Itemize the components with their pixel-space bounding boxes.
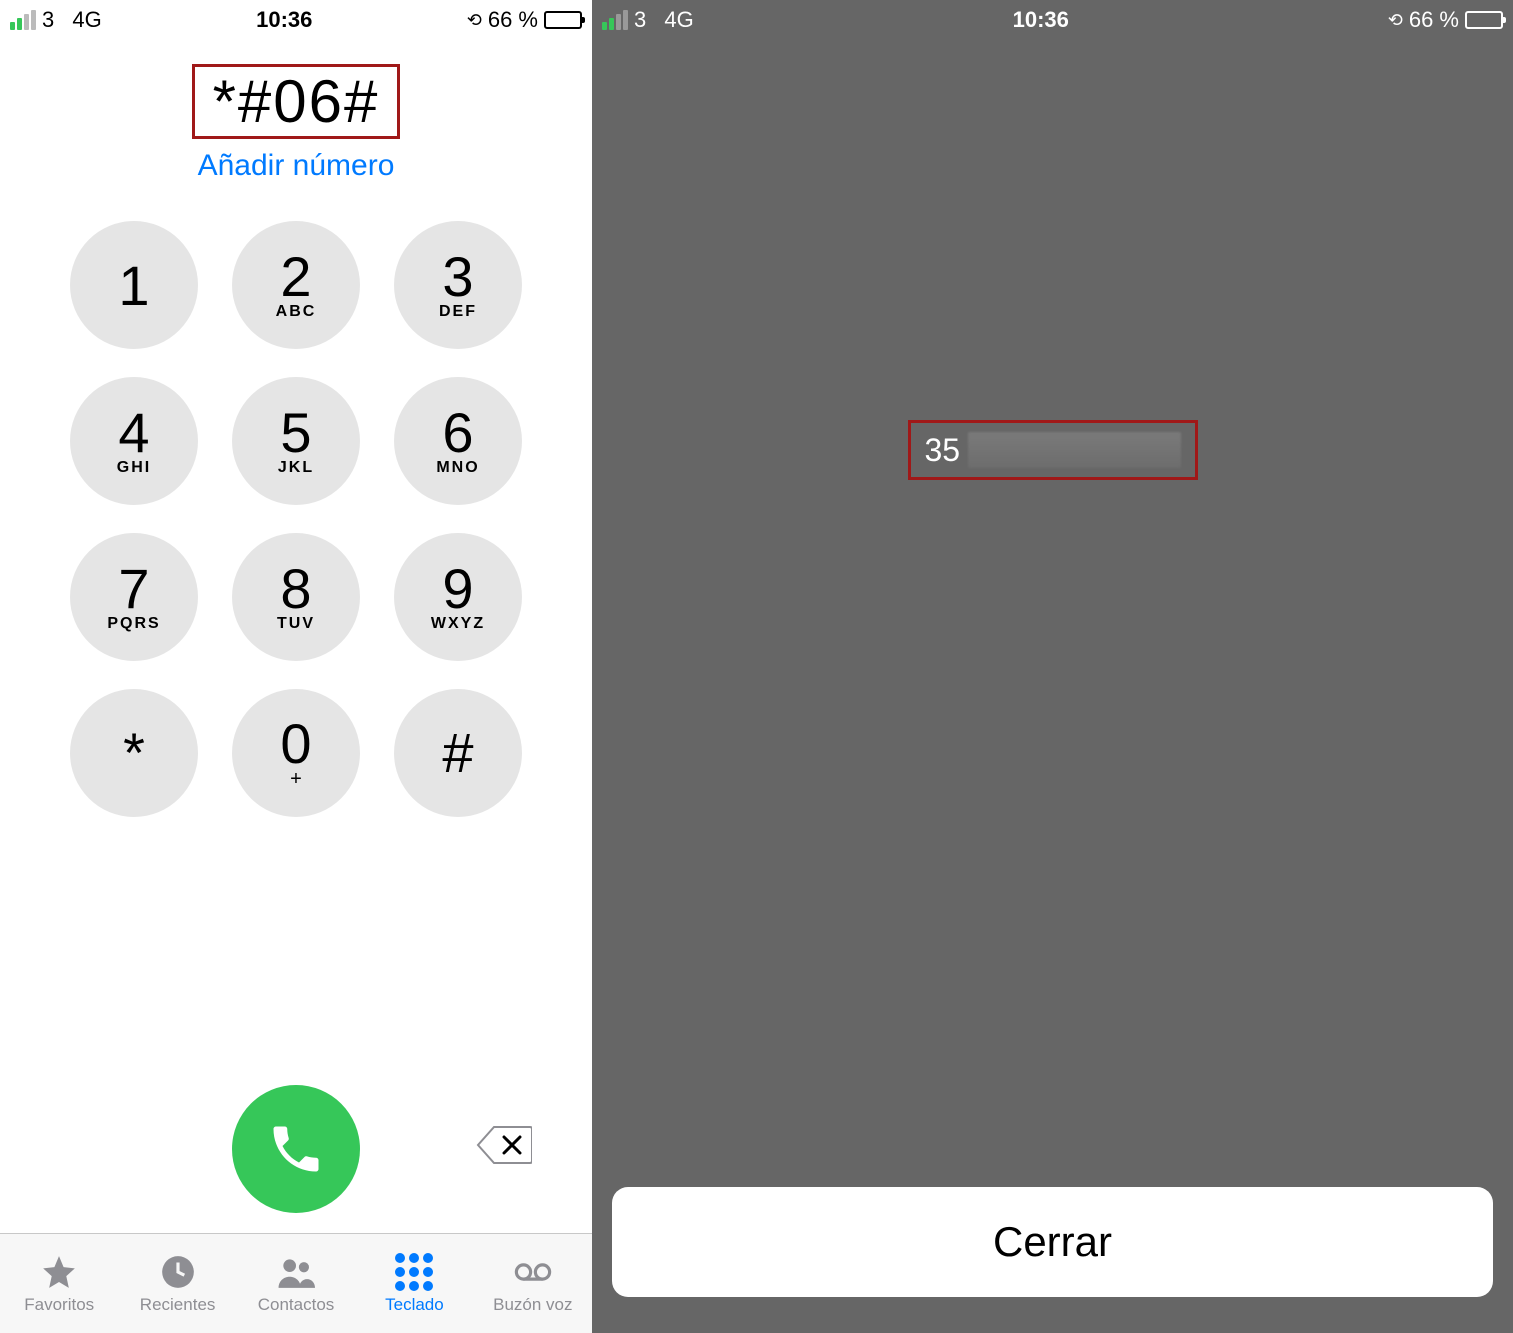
key-letters: + [290, 768, 302, 791]
key-digit: 5 [280, 405, 311, 461]
key-3[interactable]: 3 DEF [394, 221, 522, 349]
key-0[interactable]: 0 + [232, 689, 360, 817]
battery-percent: 66 % [1409, 7, 1459, 33]
imei-redacted [968, 432, 1180, 468]
backspace-icon [476, 1125, 532, 1165]
keypad: 1 2 ABC 3 DEF 4 GHI 5 JKL 6 MNO 7 PQRS 8 [0, 193, 592, 1057]
key-letters: GHI [117, 459, 151, 477]
tab-label: Teclado [385, 1295, 444, 1315]
tab-contacts[interactable]: Contactos [237, 1234, 355, 1333]
contacts-icon [277, 1253, 315, 1291]
status-time: 10:36 [1013, 7, 1069, 33]
key-letters: WXYZ [431, 615, 485, 633]
network-label: 4G [664, 7, 693, 33]
tab-label: Recientes [140, 1295, 216, 1315]
key-letters: JKL [278, 459, 314, 477]
key-9[interactable]: 9 WXYZ [394, 533, 522, 661]
key-1[interactable]: 1 [70, 221, 198, 349]
voicemail-icon [514, 1253, 552, 1291]
key-letters: ABC [276, 303, 317, 321]
key-digit: 8 [280, 561, 311, 617]
key-digit: 1 [118, 258, 149, 314]
tab-label: Contactos [258, 1295, 335, 1315]
status-bar: 3 4G 10:36 ⟲ 66 % [592, 0, 1513, 40]
tab-label: Buzón voz [493, 1295, 572, 1315]
imei-display-area: 35 [592, 40, 1513, 1187]
signal-icon [10, 10, 36, 30]
key-letters: TUV [277, 615, 315, 633]
key-digit: 9 [442, 561, 473, 617]
status-time: 10:36 [256, 7, 312, 33]
imei-result-screen: 3 4G 10:36 ⟲ 66 % 35 Cerrar [592, 0, 1513, 1333]
backspace-button[interactable] [476, 1125, 532, 1165]
key-digit: 2 [280, 249, 311, 305]
key-6[interactable]: 6 MNO [394, 377, 522, 505]
key-pound[interactable]: # [394, 689, 522, 817]
key-digit: # [442, 725, 473, 781]
tab-favorites[interactable]: Favoritos [0, 1234, 118, 1333]
orientation-lock-icon: ⟲ [467, 10, 482, 31]
key-digit: * [123, 725, 145, 781]
key-letters: PQRS [107, 615, 160, 633]
key-digit: 4 [118, 405, 149, 461]
key-star[interactable]: * [70, 689, 198, 817]
star-icon [40, 1253, 78, 1291]
clock-icon [159, 1253, 197, 1291]
imei-prefix: 35 [925, 432, 961, 469]
dial-display: *#06# Añadir número [0, 40, 592, 193]
key-4[interactable]: 4 GHI [70, 377, 198, 505]
key-7[interactable]: 7 PQRS [70, 533, 198, 661]
tab-voicemail[interactable]: Buzón voz [474, 1234, 592, 1333]
close-bar: Cerrar [592, 1187, 1513, 1333]
battery-icon [1465, 11, 1503, 29]
key-digit: 3 [442, 249, 473, 305]
network-label: 4G [72, 7, 101, 33]
dialed-number: *#06# [192, 64, 401, 139]
battery-percent: 66 % [488, 7, 538, 33]
tab-recents[interactable]: Recientes [118, 1234, 236, 1333]
call-button[interactable] [232, 1085, 360, 1213]
call-row [0, 1057, 592, 1233]
orientation-lock-icon: ⟲ [1388, 10, 1403, 31]
key-5[interactable]: 5 JKL [232, 377, 360, 505]
tab-label: Favoritos [24, 1295, 94, 1315]
phone-icon [266, 1119, 326, 1179]
key-letters: MNO [436, 459, 479, 477]
add-number-link[interactable]: Añadir número [0, 149, 592, 183]
key-8[interactable]: 8 TUV [232, 533, 360, 661]
signal-icon [602, 10, 628, 30]
battery-icon [544, 11, 582, 29]
key-digit: 0 [280, 716, 311, 772]
dialer-screen: 3 4G 10:36 ⟲ 66 % *#06# Añadir número 1 … [0, 0, 592, 1333]
close-button[interactable]: Cerrar [612, 1187, 1493, 1297]
tab-keypad[interactable]: Teclado [355, 1234, 473, 1333]
tab-bar: Favoritos Recientes Contactos Teclado Bu… [0, 1233, 592, 1333]
status-bar: 3 4G 10:36 ⟲ 66 % [0, 0, 592, 40]
carrier-label: 3 [42, 7, 54, 33]
keypad-icon [395, 1253, 433, 1291]
key-letters: DEF [439, 303, 477, 321]
key-digit: 7 [118, 561, 149, 617]
key-2[interactable]: 2 ABC [232, 221, 360, 349]
imei-value-box: 35 [908, 420, 1198, 480]
key-digit: 6 [442, 405, 473, 461]
carrier-label: 3 [634, 7, 646, 33]
